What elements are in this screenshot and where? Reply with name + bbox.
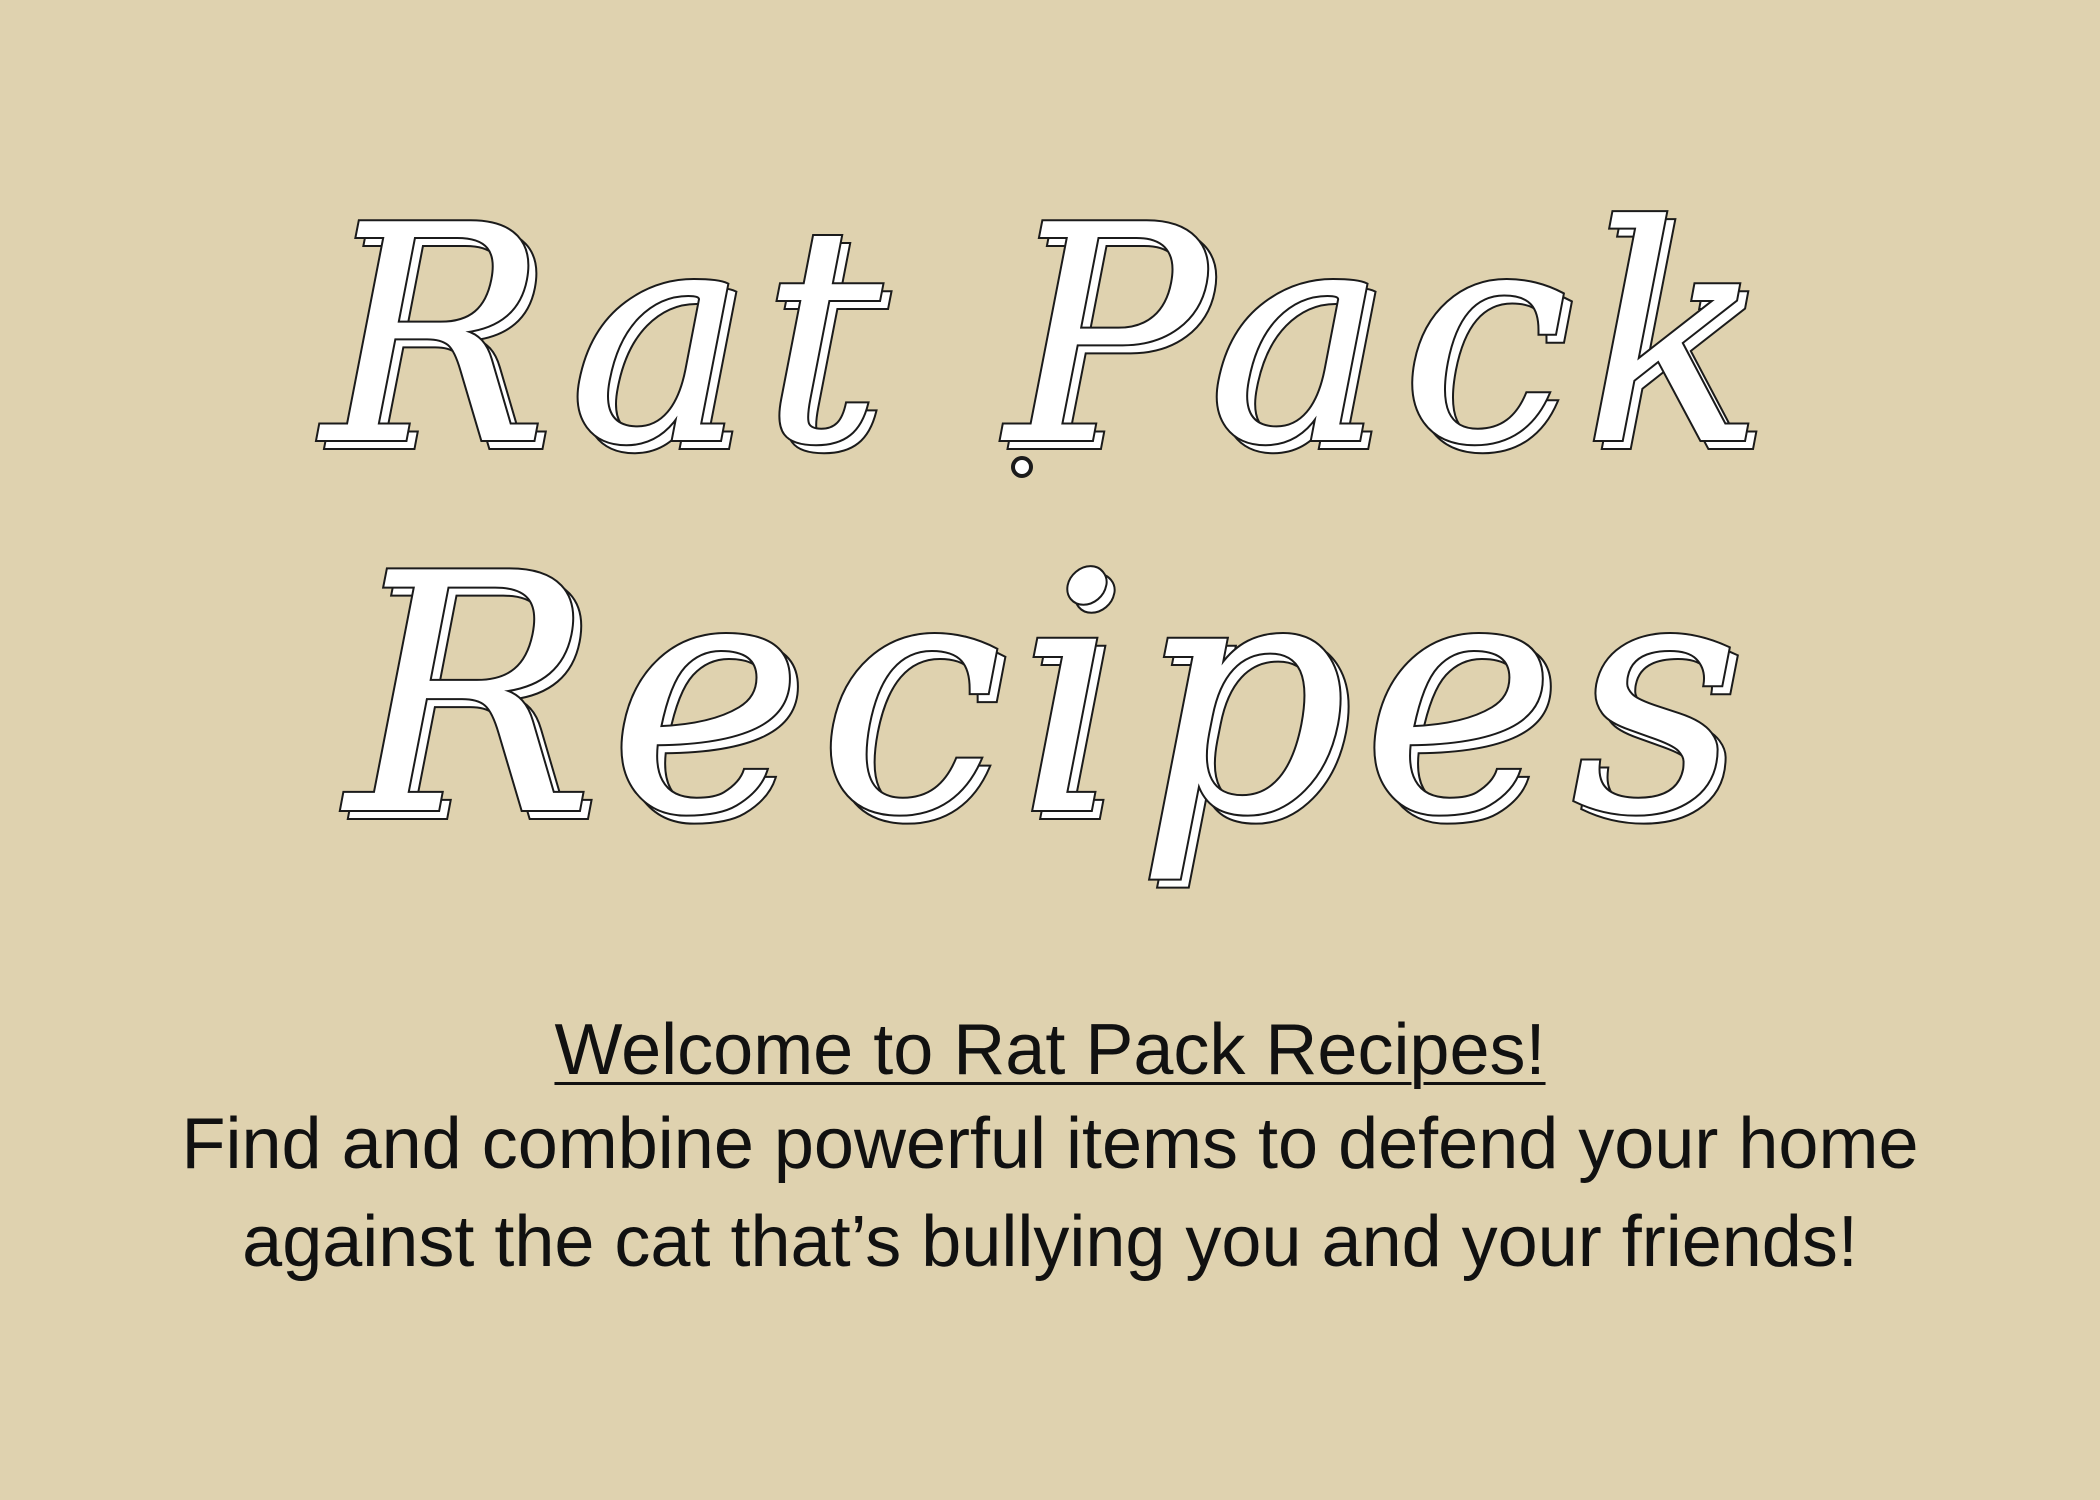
welcome-heading: Welcome to Rat Pack Recipes!: [554, 1010, 1546, 1090]
logo-dot-ornament: [1011, 456, 1033, 478]
game-logo-art: Rat Pack Rat Pack Recipes Recipes: [315, 160, 1778, 898]
logo-line1: Rat Pack: [317, 162, 1778, 511]
game-logo: Rat Pack Rat Pack Recipes Recipes: [0, 0, 2100, 960]
description-line-1: Find and combine powerful items to defen…: [181, 1104, 1919, 1184]
description-line-2: against the cat that’s bullying you and …: [242, 1202, 1858, 1282]
logo-line2: Recipes: [341, 504, 1754, 888]
intro-text-block: Welcome to Rat Pack Recipes! Find and co…: [100, 1005, 2000, 1291]
title-screen: Rat Pack Rat Pack Recipes Recipes Welcom…: [0, 0, 2100, 1500]
